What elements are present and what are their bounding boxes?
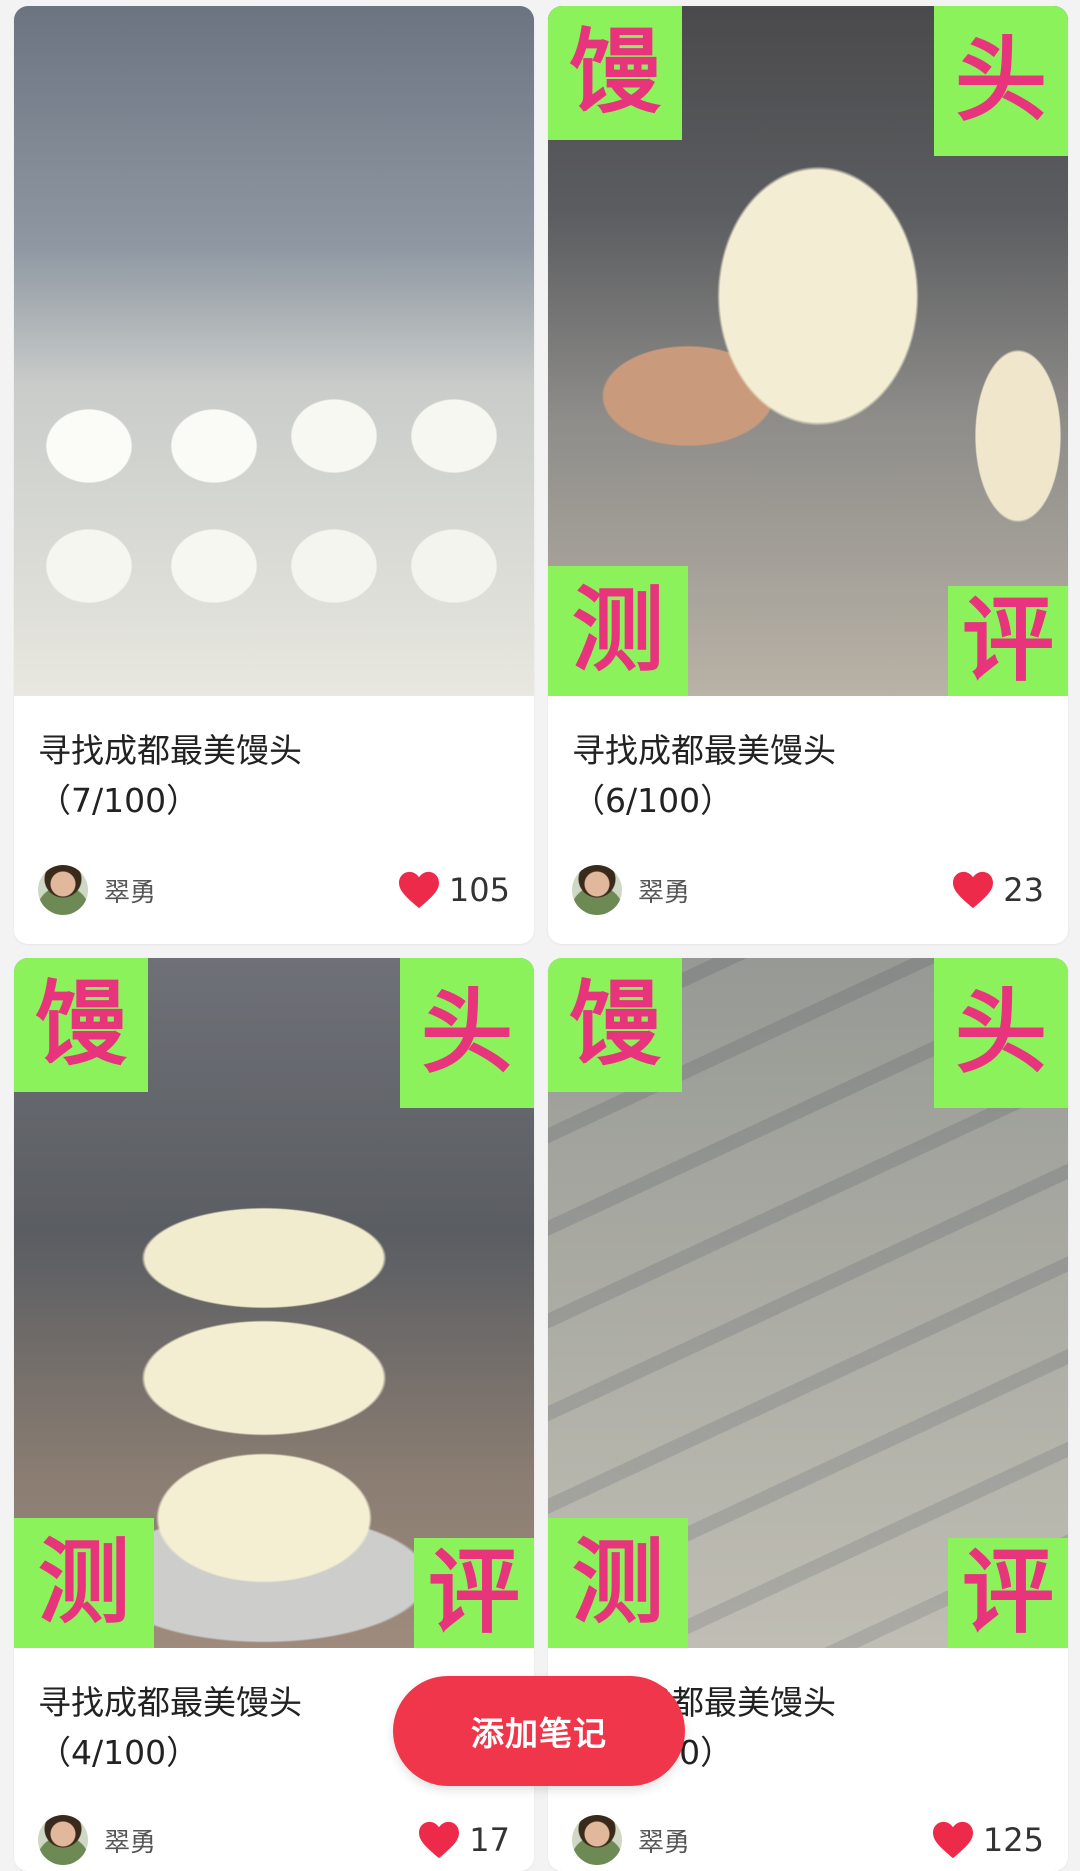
note-title[interactable]: 寻找成都最美馒头 （7/100） xyxy=(38,726,510,826)
like-count: 23 xyxy=(1003,871,1044,909)
avatar[interactable] xyxy=(38,1815,88,1865)
author-name[interactable]: 翠勇 xyxy=(638,1822,931,1859)
author-name[interactable]: 翠勇 xyxy=(104,872,397,909)
author-name[interactable]: 翠勇 xyxy=(638,872,951,909)
note-cover-image[interactable]: 馒 头 测 评 xyxy=(548,958,1068,1648)
note-cover-image[interactable]: 馒 头 测 评 xyxy=(548,6,1068,696)
cover-tag-tou: 头 xyxy=(400,958,534,1108)
heart-icon xyxy=(419,1821,460,1859)
cover-tag-ping: 评 xyxy=(948,1538,1068,1648)
cover-tag-ping: 评 xyxy=(948,586,1068,696)
note-card[interactable]: 寻找成都最美馒头 （7/100） 翠勇 105 xyxy=(14,6,534,944)
cover-tag-ce: 测 xyxy=(548,566,688,696)
like-count: 17 xyxy=(469,1821,510,1859)
note-title[interactable]: 寻找成都最美馒头 （6/100） xyxy=(572,726,1044,826)
note-meta: 翠勇 105 xyxy=(38,864,510,916)
cover-tag-man: 馒 xyxy=(548,6,682,140)
cover-tag-ce: 测 xyxy=(548,1518,688,1648)
cover-tag-man: 馒 xyxy=(14,958,148,1092)
avatar[interactable] xyxy=(572,865,622,915)
like-button[interactable]: 17 xyxy=(417,1820,510,1860)
note-meta: 翠勇 23 xyxy=(572,864,1044,916)
cover-tag-tou: 头 xyxy=(934,958,1068,1108)
cover-tag-tou: 头 xyxy=(934,6,1068,156)
avatar[interactable] xyxy=(38,865,88,915)
cover-tag-ce: 测 xyxy=(14,1518,154,1648)
note-feed: 寻找成都最美馒头 （7/100） 翠勇 105 馒 头 测 评 寻找成都最美馒头… xyxy=(0,0,1080,1871)
heart-icon xyxy=(398,871,439,909)
note-meta: 翠勇 125 xyxy=(572,1814,1044,1866)
avatar[interactable] xyxy=(572,1815,622,1865)
cover-tag-ping: 评 xyxy=(414,1538,534,1648)
note-card[interactable]: 馒 头 测 评 寻找成都最美馒头 （6/100） 翠勇 23 xyxy=(548,6,1068,944)
add-note-button[interactable]: 添加笔记 xyxy=(393,1676,685,1786)
like-button[interactable]: 105 xyxy=(397,870,510,910)
heart-icon xyxy=(932,1821,973,1859)
like-button[interactable]: 125 xyxy=(931,1820,1044,1860)
like-count: 125 xyxy=(982,1821,1044,1859)
like-button[interactable]: 23 xyxy=(951,870,1044,910)
author-name[interactable]: 翠勇 xyxy=(104,1822,417,1859)
like-count: 105 xyxy=(448,871,510,909)
note-meta: 翠勇 17 xyxy=(38,1814,510,1866)
cover-tag-man: 馒 xyxy=(548,958,682,1092)
note-cover-image[interactable]: 馒 头 测 评 xyxy=(14,958,534,1648)
note-cover-image[interactable] xyxy=(14,6,534,696)
heart-icon xyxy=(953,871,994,909)
